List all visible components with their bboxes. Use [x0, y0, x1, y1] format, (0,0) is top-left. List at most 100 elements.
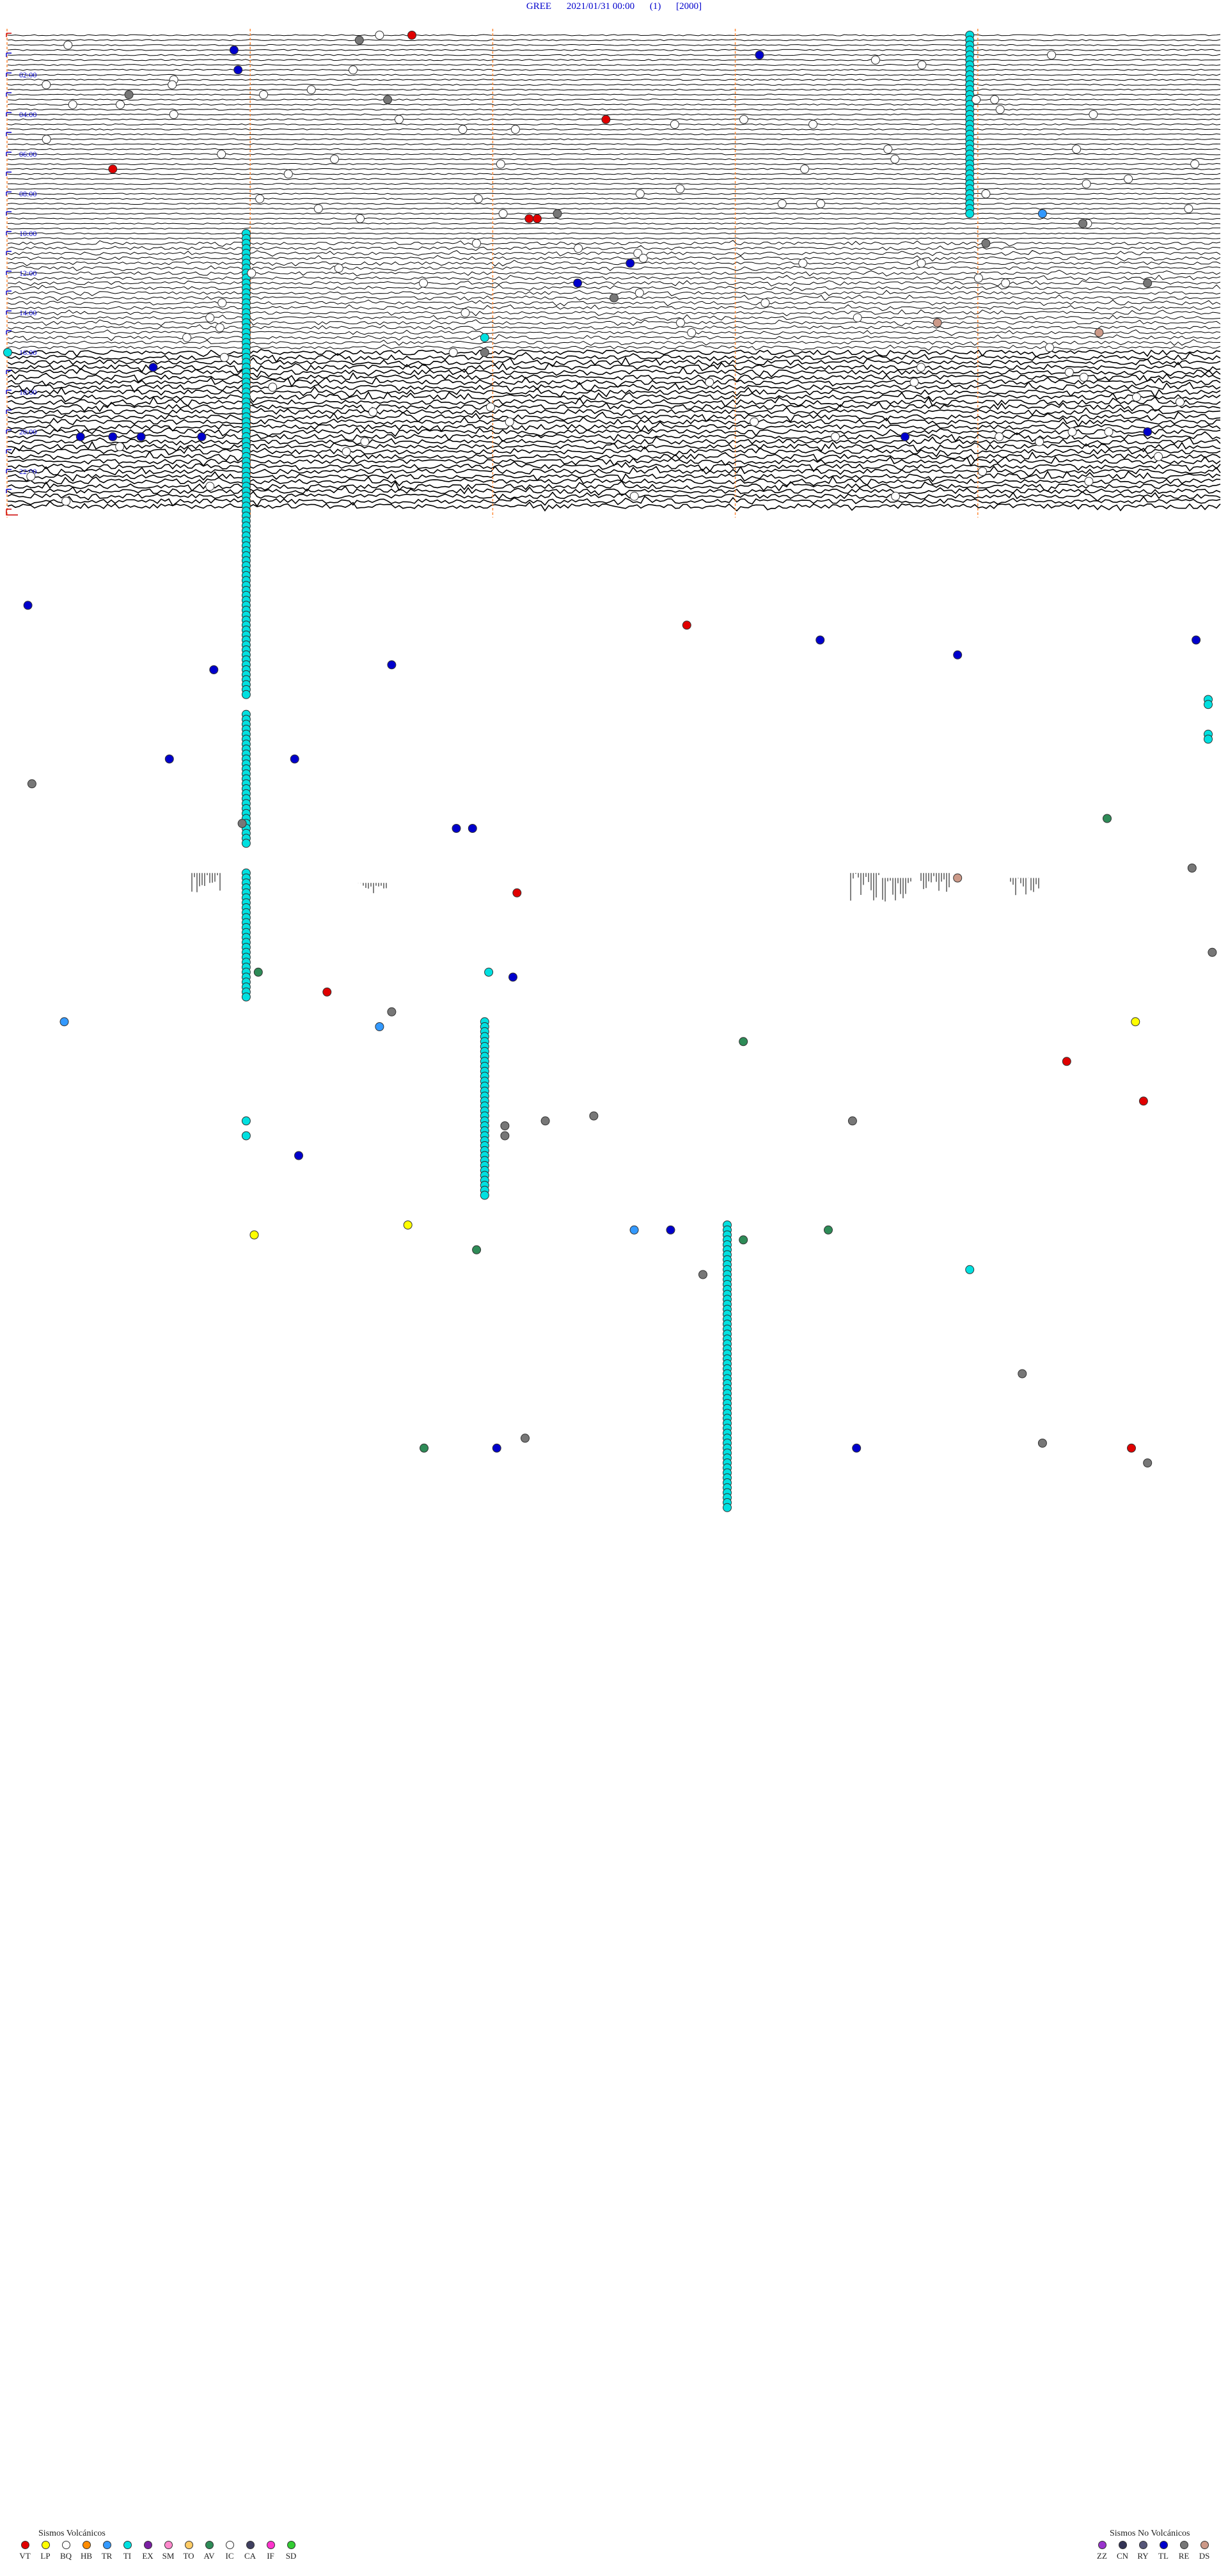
- event-marker: [816, 199, 826, 209]
- event-marker: [824, 1225, 833, 1235]
- event-marker: [638, 253, 648, 263]
- event-marker: [1143, 1458, 1153, 1467]
- volcanic-legend-code: LP: [40, 2551, 51, 2561]
- event-marker: [573, 278, 583, 288]
- trace-line: [7, 237, 1221, 240]
- trace-line: [7, 74, 1221, 76]
- event-marker: [1184, 204, 1193, 214]
- event-marker: [1208, 947, 1217, 957]
- event-marker: [953, 650, 963, 660]
- event-marker: [480, 333, 489, 342]
- event-marker: [205, 313, 215, 322]
- event-marker: [452, 824, 461, 833]
- event-marker: [229, 45, 239, 55]
- event-marker: [500, 1131, 510, 1141]
- event-marker: [136, 432, 146, 441]
- nonvolcanic-legend-code: DS: [1199, 2551, 1210, 2561]
- event-marker: [532, 214, 542, 223]
- event-marker: [1176, 397, 1185, 407]
- event-marker: [909, 377, 919, 387]
- seismic-spike: [882, 878, 911, 902]
- seismic-spike: [920, 873, 950, 892]
- hour-label: 04:00: [19, 110, 36, 119]
- event-marker: [480, 348, 489, 357]
- trace-line: [7, 93, 1221, 96]
- event-marker: [394, 115, 404, 124]
- event-marker: [891, 491, 901, 501]
- event-marker: [739, 115, 748, 124]
- event-marker: [108, 164, 118, 174]
- nonvolcanic-legend-marker: [1118, 2541, 1127, 2549]
- volcanic-legend-item: EX: [141, 2541, 155, 2561]
- tremor-marker: [241, 839, 251, 848]
- tremor-marker: [965, 209, 975, 218]
- nonvolcanic-legend-marker: [1098, 2541, 1106, 2549]
- event-marker: [831, 432, 840, 441]
- volcanic-legend-code: BQ: [59, 2551, 72, 2561]
- nonvolcanic-legend-item: CN: [1115, 2541, 1130, 2561]
- hour-label: 08:00: [19, 189, 36, 198]
- volcanic-legend-code: TI: [123, 2551, 132, 2561]
- trace-line: [7, 500, 1221, 512]
- seismic-spike: [191, 873, 221, 892]
- event-marker: [512, 888, 522, 897]
- volcanic-legend-item: SD: [284, 2541, 298, 2561]
- nonvolcanic-legend-code: ZZ: [1097, 2551, 1107, 2561]
- event-marker: [484, 967, 494, 977]
- nonvolcanic-legend-title: Sismos No Volcánicos: [1110, 2529, 1190, 2538]
- event-marker: [1131, 1017, 1140, 1027]
- trace-line: [7, 79, 1221, 81]
- volcanic-legend-item: SM: [161, 2541, 175, 2561]
- hour-label: 14:00: [19, 308, 36, 317]
- volcanic-legend-marker: [41, 2541, 50, 2549]
- event-marker: [403, 1221, 413, 1229]
- event-marker: [59, 1017, 69, 1027]
- event-marker: [553, 209, 562, 218]
- event-marker: [1018, 1369, 1027, 1379]
- event-marker: [990, 95, 1000, 104]
- event-marker: [890, 154, 900, 164]
- trace-line: [7, 344, 1221, 351]
- volcanic-legend-code: EX: [142, 2551, 154, 2561]
- event-marker: [27, 779, 36, 789]
- event-marker: [241, 1116, 251, 1126]
- event-marker: [124, 90, 134, 99]
- event-marker: [334, 264, 343, 273]
- nonvolcanic-legend-code: RY: [1137, 2551, 1149, 2561]
- event-marker: [978, 467, 988, 476]
- trace-line: [7, 227, 1220, 230]
- trace-line: [7, 324, 1221, 331]
- event-marker: [360, 437, 370, 446]
- event-marker: [739, 1235, 748, 1245]
- trace-line: [7, 143, 1221, 146]
- event-marker: [675, 184, 685, 194]
- event-marker: [283, 170, 293, 178]
- trace-line: [7, 63, 1221, 67]
- event-marker: [375, 31, 384, 40]
- event-marker: [42, 134, 51, 144]
- hour-label: 20:00: [19, 427, 36, 436]
- tremor-marker: [241, 690, 251, 699]
- event-marker: [1143, 278, 1153, 288]
- event-marker: [342, 447, 351, 456]
- event-marker: [387, 660, 397, 670]
- trace-line: [7, 366, 1221, 378]
- nonvolcanic-legend-code: CN: [1116, 2551, 1129, 2561]
- event-marker: [197, 432, 207, 441]
- event-marker: [995, 432, 1004, 441]
- event-marker: [205, 482, 215, 491]
- trace-line: [7, 352, 1221, 363]
- event-marker: [375, 1022, 384, 1031]
- volcanic-legend-marker: [102, 2541, 111, 2549]
- trace-line: [7, 193, 1221, 195]
- trace-line: [7, 187, 1221, 190]
- trace-line: [7, 118, 1221, 121]
- nonvolcanic-legend-marker: [1159, 2541, 1168, 2549]
- event-marker: [917, 60, 927, 70]
- event-marker: [486, 402, 495, 412]
- event-marker: [209, 665, 219, 674]
- event-marker: [26, 471, 36, 481]
- volcanic-legend-marker: [205, 2541, 214, 2549]
- trace-line: [7, 372, 1221, 383]
- trace-line: [7, 450, 1221, 462]
